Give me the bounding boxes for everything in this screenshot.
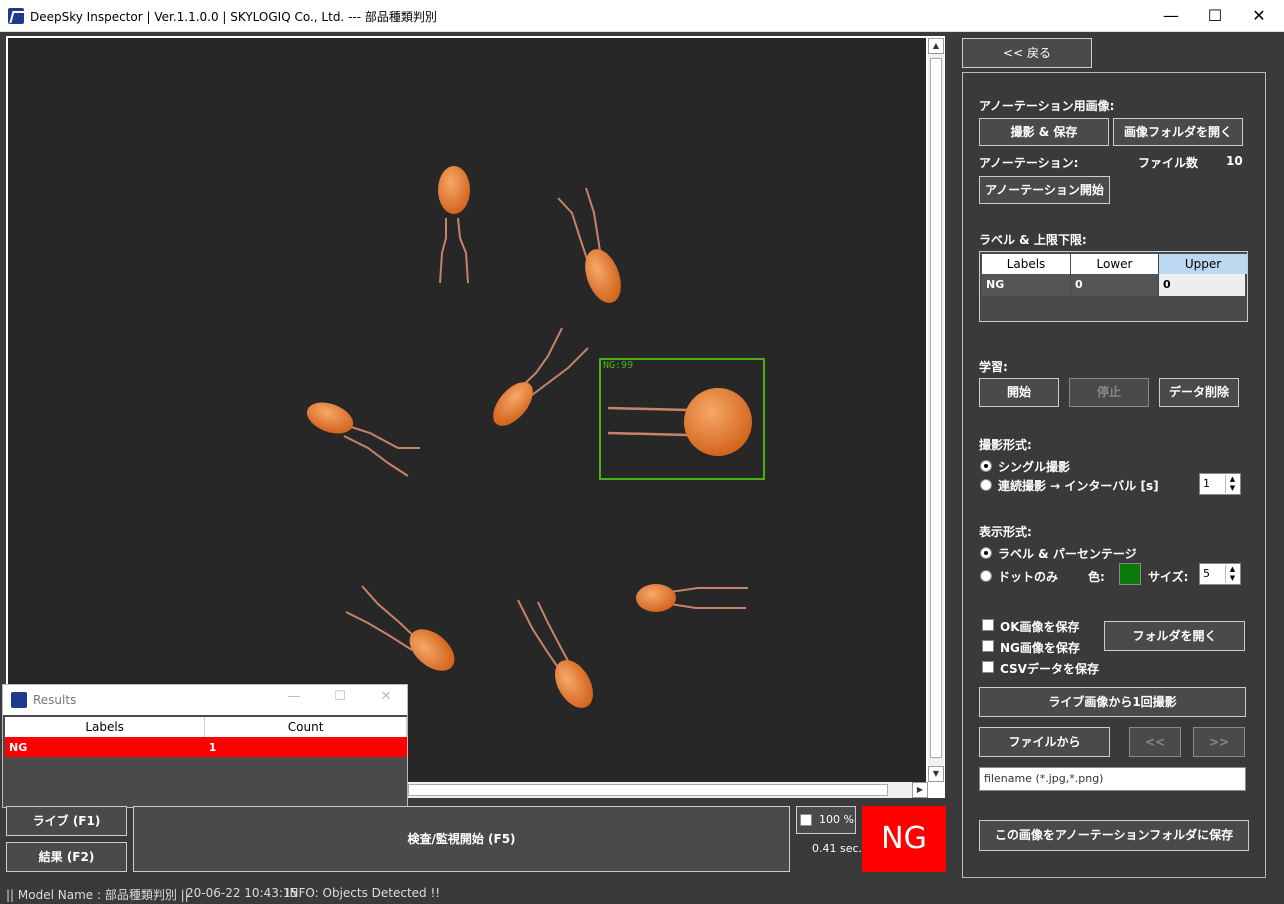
grid-header-labels[interactable]: Labels: [982, 254, 1070, 274]
elapsed-time: 0.41 sec.: [812, 842, 863, 855]
continuous-capture-radio[interactable]: [980, 479, 992, 491]
open-folder-button[interactable]: フォルダを開く: [1104, 621, 1245, 651]
size-stepper[interactable]: 5 ▲ ▼: [1199, 563, 1241, 585]
save-ok-label[interactable]: OK画像を保存: [1000, 618, 1080, 635]
single-capture-radio[interactable]: [980, 460, 992, 472]
display-mode-heading: 表示形式:: [979, 525, 1032, 539]
file-count-label: ファイル数: [1138, 156, 1199, 170]
save-ng-checkbox[interactable]: [982, 640, 994, 652]
label-percentage-label[interactable]: ラベル & パーセンテージ: [998, 545, 1137, 562]
scroll-down-arrow-icon[interactable]: ▼: [928, 766, 944, 782]
save-ng-label[interactable]: NG画像を保存: [1000, 639, 1080, 656]
stepper-arrows-icon[interactable]: ▲ ▼: [1225, 475, 1239, 493]
save-csv-checkbox[interactable]: [982, 661, 994, 673]
inspection-image[interactable]: NG:99: [8, 38, 926, 782]
results-title: Results: [33, 693, 77, 707]
app-logo-icon: [11, 692, 27, 708]
vertical-scroll-thumb[interactable]: [930, 58, 942, 758]
scroll-right-arrow-icon[interactable]: ▶: [912, 782, 928, 798]
dot-only-label[interactable]: ドットのみ: [998, 568, 1058, 585]
maximize-button[interactable]: ☐: [1192, 0, 1238, 32]
start-annotation-button[interactable]: アノーテーション開始: [979, 176, 1110, 204]
status-info: INFO: Objects Detected !!: [286, 886, 441, 900]
label-limits-grid[interactable]: Labels Lower Upper NG 0 0: [979, 251, 1248, 322]
close-button[interactable]: ✕: [1236, 0, 1282, 32]
results-cell-label[interactable]: NG: [5, 737, 205, 757]
filename-field[interactable]: filename (*.jpg,*.png): [979, 767, 1246, 791]
status-timestamp: 20-06-22 10:43:15: [186, 886, 299, 900]
capture-from-live-button[interactable]: ライブ画像から1回撮影: [979, 687, 1246, 717]
horizontal-scroll-thumb[interactable]: [408, 784, 888, 796]
train-start-button[interactable]: 開始: [979, 378, 1059, 407]
file-count-value: 10: [1226, 154, 1243, 168]
annotation-heading: アノーテーション:: [979, 156, 1079, 170]
interval-stepper[interactable]: 1 ▲ ▼: [1199, 473, 1241, 495]
app-logo-icon: [8, 8, 24, 24]
vertical-scrollbar[interactable]: ▲ ▼: [928, 38, 944, 782]
results-close-icon[interactable]: ✕: [371, 689, 401, 704]
results-table: Labels Count NG 1: [5, 717, 407, 757]
title-bar: DeepSky Inspector | Ver.1.1.0.0 | SKYLOG…: [0, 0, 1284, 32]
zoom-label: 100 %: [819, 813, 854, 826]
status-model-name: || Model Name : 部品種類判別 ||: [6, 888, 189, 902]
table-row[interactable]: NG 1: [5, 737, 407, 757]
continuous-capture-label[interactable]: 連続撮影 → インターバル [s]: [998, 477, 1159, 494]
window-title: DeepSky Inspector | Ver.1.1.0.0 | SKYLOG…: [30, 10, 437, 24]
save-csv-label[interactable]: CSVデータを保存: [1000, 660, 1099, 677]
grid-cell-upper[interactable]: 0: [1159, 274, 1245, 296]
scroll-up-arrow-icon[interactable]: ▲: [928, 38, 944, 54]
grid-cell-label[interactable]: NG: [982, 274, 1070, 296]
save-to-annotation-folder-button[interactable]: この画像をアノーテーションフォルダに保存: [979, 820, 1249, 851]
prev-image-button[interactable]: <<: [1129, 727, 1181, 757]
results-title-bar[interactable]: Results — ☐ ✕: [3, 685, 407, 715]
size-value[interactable]: 5: [1203, 567, 1210, 580]
single-capture-label[interactable]: シングル撮影: [998, 458, 1070, 475]
next-image-button[interactable]: >>: [1193, 727, 1245, 757]
status-bar: || Model Name : 部品種類判別 || 20-06-22 10:43…: [0, 882, 1284, 904]
results-cell-count[interactable]: 1: [204, 737, 407, 757]
size-label: サイズ:: [1148, 570, 1189, 584]
grid-header-upper[interactable]: Upper: [1159, 254, 1247, 274]
detection-label: NG:99: [603, 360, 634, 371]
capture-save-button[interactable]: 撮影 & 保存: [979, 118, 1109, 146]
results-maximize-icon[interactable]: ☐: [325, 689, 355, 704]
open-image-folder-button[interactable]: 画像フォルダを開く: [1113, 118, 1243, 146]
results-header-labels[interactable]: Labels: [5, 717, 206, 737]
zoom-checkbox-group[interactable]: 100 %: [796, 806, 856, 834]
delete-data-button[interactable]: データ削除: [1159, 378, 1239, 407]
interval-value[interactable]: 1: [1203, 477, 1210, 490]
annotation-images-heading: アノーテーション用画像:: [979, 99, 1115, 113]
label-percentage-radio[interactable]: [980, 547, 992, 559]
verdict-indicator: NG: [862, 806, 946, 872]
stepper-arrows-icon[interactable]: ▲ ▼: [1225, 565, 1239, 583]
dot-only-radio[interactable]: [980, 570, 992, 582]
grid-cell-lower[interactable]: 0: [1071, 274, 1158, 296]
results-header-count[interactable]: Count: [204, 717, 407, 737]
results-minimize-icon[interactable]: —: [279, 689, 309, 704]
detection-box: NG:99: [599, 358, 765, 480]
result-button[interactable]: 結果 (F2): [6, 842, 127, 872]
label-limits-heading: ラベル & 上限下限:: [979, 233, 1087, 247]
start-inspection-button[interactable]: 検査/監視開始 (F5): [133, 806, 790, 872]
back-button[interactable]: << 戻る: [962, 38, 1092, 68]
capture-mode-heading: 撮影形式:: [979, 438, 1032, 452]
live-button[interactable]: ライブ (F1): [6, 806, 127, 836]
save-ok-checkbox[interactable]: [982, 619, 994, 631]
grid-header-lower[interactable]: Lower: [1071, 254, 1158, 274]
from-file-button[interactable]: ファイルから: [979, 727, 1110, 757]
capacitor-photo: [8, 38, 926, 782]
train-stop-button[interactable]: 停止: [1069, 378, 1149, 407]
results-window[interactable]: Results — ☐ ✕ Labels Count NG 1: [2, 684, 408, 808]
color-label: 色:: [1088, 570, 1105, 584]
training-heading: 学習:: [979, 360, 1008, 374]
zoom-checkbox[interactable]: [800, 814, 812, 826]
dot-color-swatch[interactable]: [1119, 563, 1141, 585]
minimize-button[interactable]: —: [1148, 0, 1194, 32]
